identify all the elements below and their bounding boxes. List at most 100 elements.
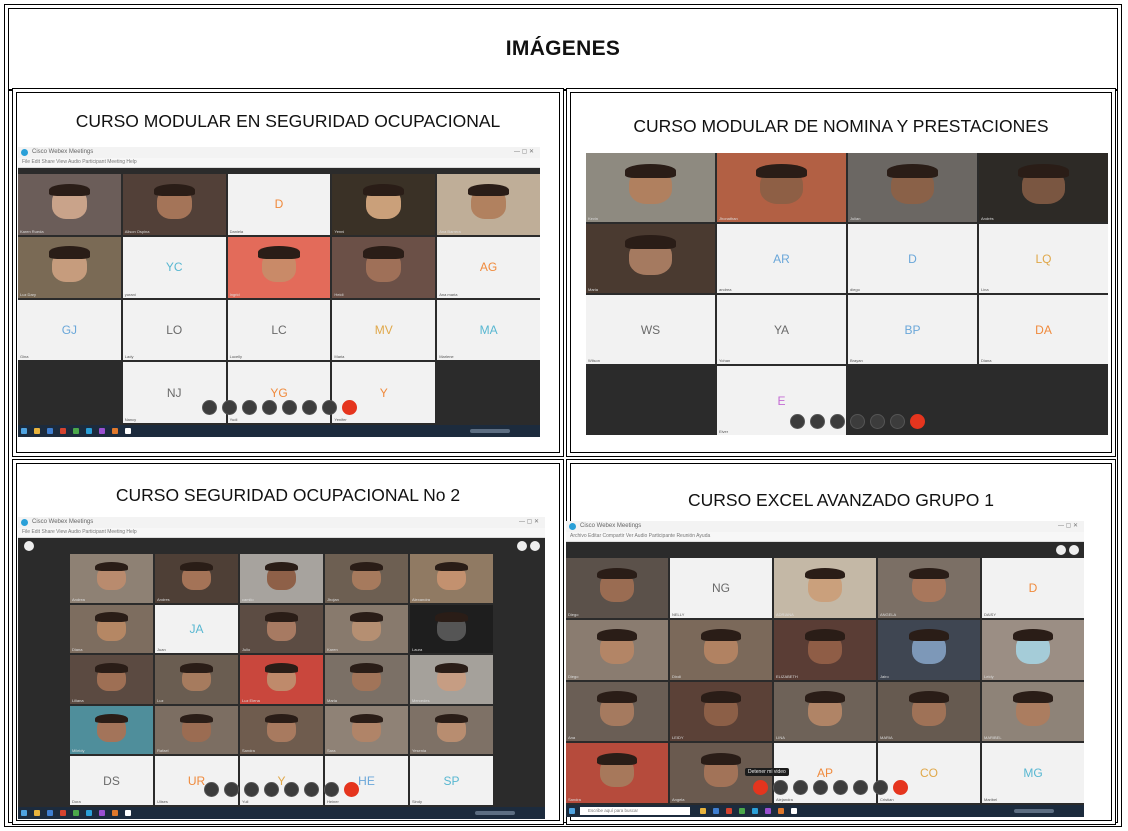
taskbar-app-icon[interactable] <box>60 428 66 434</box>
participant-video-tile[interactable]: Yenni <box>332 174 436 235</box>
video-icon[interactable] <box>810 414 825 429</box>
participant-tile[interactable]: YA Yohan <box>717 295 846 364</box>
taskbar-app-icon[interactable] <box>778 808 784 814</box>
taskbar-app-icon[interactable] <box>752 808 758 814</box>
participant-tile[interactable]: WS Wilson <box>586 295 715 364</box>
menu-bar[interactable]: Archivo Editar Compartir Ver Audio Parti… <box>566 532 1084 542</box>
participant-video-tile[interactable]: Ingrid <box>227 236 331 298</box>
taskbar-app-icon[interactable] <box>739 808 745 814</box>
participant-video-tile[interactable]: ADRIANA <box>774 558 876 618</box>
taskbar-app-icon[interactable] <box>86 428 92 434</box>
taskbar-app-icon[interactable] <box>99 810 105 816</box>
participant-video-tile[interactable]: Julian <box>848 153 977 222</box>
layout-toggle-icon[interactable] <box>1069 545 1079 555</box>
participant-tile[interactable]: NG NELLY <box>670 558 772 618</box>
participant-video-tile[interactable]: Diego <box>566 619 668 680</box>
participant-tile[interactable]: SP Sindy <box>410 756 493 805</box>
participant-video-tile[interactable]: Luz Dary <box>18 236 121 298</box>
participant-video-tile[interactable]: Karen <box>325 604 408 654</box>
participant-video-tile[interactable]: Ana <box>566 681 668 742</box>
taskbar-app-icon[interactable] <box>47 428 53 434</box>
participant-tile[interactable]: GJ Gina <box>18 299 121 361</box>
participant-video-tile[interactable]: Liliana <box>70 655 153 704</box>
participant-tile[interactable]: LO Lady <box>122 299 226 361</box>
mute-icon[interactable] <box>753 780 768 795</box>
taskbar-app-icon[interactable] <box>34 810 40 816</box>
taskbar-app-icon[interactable] <box>73 428 79 434</box>
taskbar-app-icon[interactable] <box>99 428 105 434</box>
participant-video-tile[interactable]: Luz Elena <box>240 655 323 704</box>
participants-icon[interactable] <box>284 782 299 797</box>
mute-icon[interactable] <box>202 400 217 415</box>
taskbar-app-icon[interactable] <box>125 428 131 434</box>
participant-tile[interactable]: AG Ana maria <box>437 236 540 298</box>
panel-toggle-icon[interactable] <box>1056 545 1066 555</box>
more-icon[interactable] <box>873 780 888 795</box>
menu-bar[interactable]: File Edit Share View Audio Participant M… <box>18 528 545 538</box>
share-icon[interactable] <box>244 782 259 797</box>
taskbar-app-icon[interactable] <box>112 810 118 816</box>
participant-tile[interactable]: HE Heiner <box>325 756 408 805</box>
participant-tile[interactable]: D DAISY <box>982 558 1084 618</box>
participant-video-tile[interactable]: Yesenia <box>410 705 493 755</box>
participant-video-tile[interactable]: Diana <box>70 604 153 654</box>
participant-tile[interactable]: Ddiego <box>848 224 977 293</box>
taskbar-app-icon[interactable] <box>86 810 92 816</box>
participant-video-tile[interactable]: Jhonathan <box>717 153 846 222</box>
chat-icon[interactable] <box>890 414 905 429</box>
participant-video-tile[interactable]: Sandra <box>240 705 323 755</box>
participant-video-tile[interactable]: LINA <box>774 681 876 742</box>
participant-tile[interactable]: LC Lucelly <box>227 299 331 361</box>
participant-tile[interactable]: BP Brayan <box>848 295 977 364</box>
participant-video-tile[interactable]: Dixdi <box>670 619 772 680</box>
windows-start-icon[interactable] <box>21 810 27 816</box>
participants-icon[interactable] <box>833 780 848 795</box>
participant-tile[interactable]: LQ Lina <box>979 224 1108 293</box>
end-call-icon[interactable] <box>344 782 359 797</box>
record-icon[interactable] <box>264 782 279 797</box>
participant-video-tile[interactable]: Mileidy <box>70 705 153 755</box>
participant-video-tile[interactable]: Jairo <box>878 619 980 680</box>
taskbar-app-icon[interactable] <box>125 810 131 816</box>
participants-icon[interactable] <box>282 400 297 415</box>
record-icon[interactable] <box>813 780 828 795</box>
participant-tile[interactable]: UR Ulises <box>155 756 238 805</box>
taskbar-app-icon[interactable] <box>726 808 732 814</box>
participant-video-tile[interactable]: Andrea <box>70 554 153 603</box>
chat-icon[interactable] <box>304 782 319 797</box>
mute-icon[interactable] <box>204 782 219 797</box>
participant-tile[interactable]: MV Maria <box>332 299 436 361</box>
participant-video-tile[interactable]: ELIZABETH <box>774 619 876 680</box>
system-tray-icons[interactable] <box>1014 809 1054 813</box>
taskbar-app-icon[interactable] <box>713 808 719 814</box>
menu-bar[interactable]: File Edit Share View Audio Participant M… <box>18 158 540 168</box>
taskbar-app-icon[interactable] <box>47 810 53 816</box>
participant-video-tile[interactable]: Ana Barrera <box>437 174 540 235</box>
participant-tile[interactable]: AR andrea <box>717 224 846 293</box>
participant-video-tile[interactable]: Andrés <box>979 153 1108 222</box>
window-controls[interactable]: — ▢ ✕ <box>519 517 539 528</box>
participant-tile[interactable]: YC yurani <box>122 236 226 298</box>
share-icon[interactable] <box>830 414 845 429</box>
participant-video-tile[interactable]: LEIDY <box>670 681 772 742</box>
taskbar-search-input[interactable]: Escribe aquí para buscar <box>580 807 690 815</box>
participant-tile[interactable]: Y Yuli <box>240 756 323 805</box>
taskbar-app-icon[interactable] <box>34 428 40 434</box>
participant-video-tile[interactable]: Sandra <box>566 743 668 803</box>
participant-video-tile[interactable]: Mercedes <box>410 655 493 704</box>
end-call-icon[interactable] <box>893 780 908 795</box>
taskbar-app-icon[interactable] <box>73 810 79 816</box>
window-controls[interactable]: — ▢ ✕ <box>514 147 534 158</box>
participant-video-tile[interactable]: Karen Rueda <box>18 174 121 235</box>
participant-video-tile[interactable]: Heidi <box>332 236 436 298</box>
layout-toggle-icon[interactable] <box>530 541 540 551</box>
record-icon[interactable] <box>850 414 865 429</box>
participant-video-tile[interactable]: Kevin <box>586 153 715 222</box>
mute-icon[interactable] <box>790 414 805 429</box>
system-tray-icons[interactable] <box>470 429 510 433</box>
taskbar-app-icon[interactable] <box>112 428 118 434</box>
taskbar-app-icon[interactable] <box>765 808 771 814</box>
chat-icon[interactable] <box>853 780 868 795</box>
info-icon[interactable] <box>24 541 34 551</box>
participant-video-tile[interactable]: Julio <box>240 604 323 654</box>
